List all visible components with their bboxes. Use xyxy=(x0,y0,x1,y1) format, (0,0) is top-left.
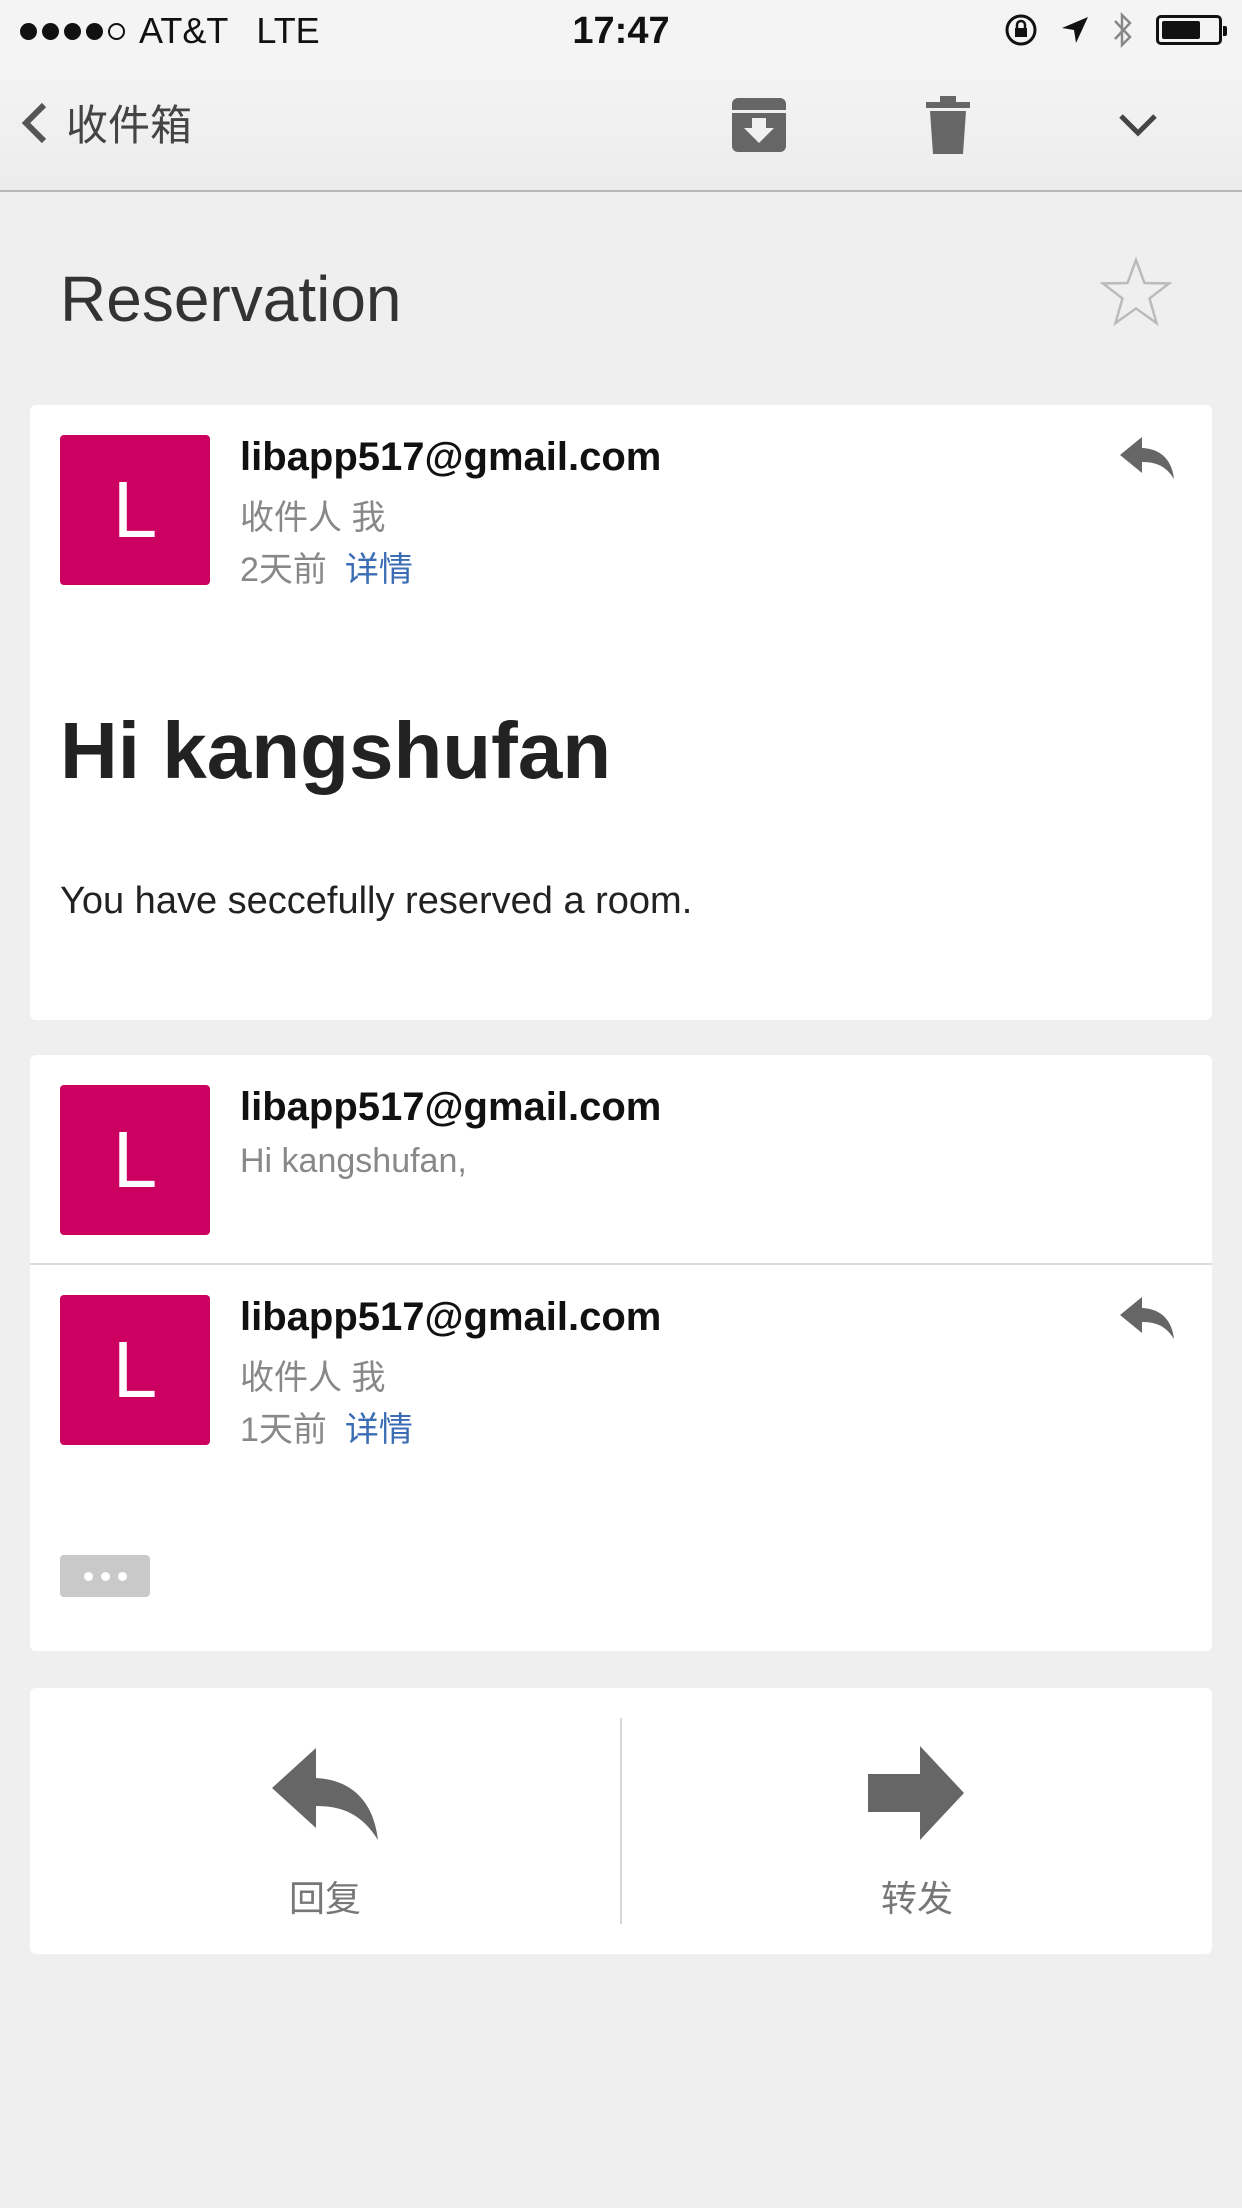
subject-row: Reservation xyxy=(0,192,1242,404)
message-snippet: Hi kangshufan, xyxy=(240,1142,467,1180)
message-card-expanded: L libapp517@gmail.com 收件人 我 2天前 详情 Hi kan… xyxy=(30,405,1212,1020)
forward-button[interactable]: 转发 xyxy=(622,1688,1212,1988)
show-trimmed-content-button[interactable] xyxy=(60,1555,150,1597)
reply-icon xyxy=(272,1748,378,1840)
reply-button[interactable]: 回复 xyxy=(30,1688,620,1988)
details-link[interactable]: 详情 xyxy=(345,551,413,589)
chevron-left-icon xyxy=(21,102,47,143)
recipient-line: 收件人 我 xyxy=(240,499,386,537)
reply-icon[interactable] xyxy=(1118,1295,1176,1341)
avatar: L xyxy=(60,435,210,585)
forward-label: 转发 xyxy=(880,1878,953,1919)
action-bar: 回复 转发 xyxy=(30,1688,1212,1954)
email-greeting: Hi kangshufan xyxy=(60,706,612,795)
forward-icon xyxy=(868,1746,964,1840)
reply-label: 回复 xyxy=(288,1878,361,1919)
sender-email: libapp517@gmail.com xyxy=(240,1085,662,1129)
sender-email: libapp517@gmail.com xyxy=(240,1295,662,1339)
avatar: L xyxy=(60,1085,210,1235)
message-divider xyxy=(30,1263,1212,1265)
message-collapsed[interactable]: L libapp517@gmail.com Hi kangshufan, xyxy=(30,1055,1212,1263)
message-time: 1天前 xyxy=(240,1411,327,1449)
email-body: You have seccefully reserved a room. xyxy=(60,880,693,922)
bluetooth-icon xyxy=(1114,12,1132,48)
trash-icon[interactable] xyxy=(926,96,970,154)
rotation-lock-icon xyxy=(1005,14,1037,46)
details-link[interactable]: 详情 xyxy=(345,1411,413,1449)
message-group-card: L libapp517@gmail.com Hi kangshufan, L l… xyxy=(30,1055,1212,1651)
sender-email: libapp517@gmail.com xyxy=(240,435,662,479)
star-icon[interactable] xyxy=(1100,257,1172,327)
back-label: 收件箱 xyxy=(66,102,193,149)
location-arrow-icon xyxy=(1062,17,1088,43)
back-button[interactable]: 收件箱 xyxy=(20,92,192,153)
archive-icon[interactable] xyxy=(730,96,788,154)
avatar: L xyxy=(60,1295,210,1445)
reply-icon[interactable] xyxy=(1118,435,1176,481)
chevron-down-icon[interactable] xyxy=(1118,112,1158,138)
email-subject: Reservation xyxy=(60,263,402,335)
status-bar: AT&T LTE 17:47 xyxy=(0,0,1242,62)
message-time: 2天前 xyxy=(240,551,327,589)
nav-bar: 收件箱 xyxy=(0,62,1242,192)
battery-icon xyxy=(1156,15,1227,45)
status-icons xyxy=(1004,12,1227,48)
message-meta: 1天前 详情 xyxy=(240,1402,413,1451)
message-meta: 2天前 详情 xyxy=(240,542,413,591)
recipient-line: 收件人 我 xyxy=(240,1359,386,1397)
